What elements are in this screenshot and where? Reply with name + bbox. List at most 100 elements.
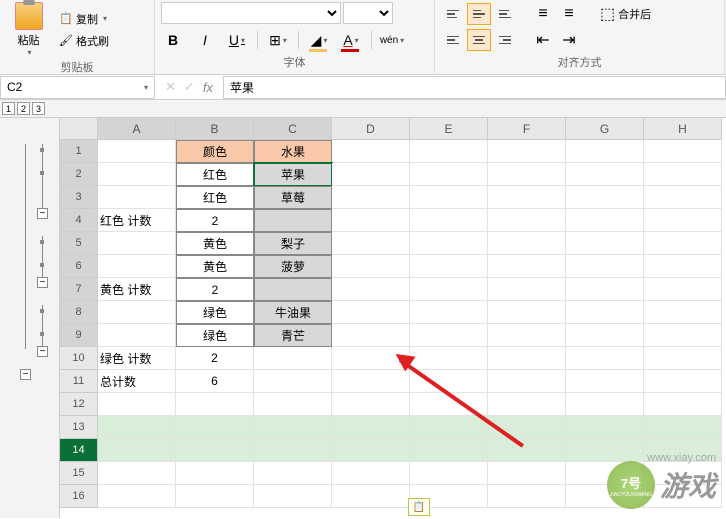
cell[interactable] xyxy=(98,186,176,209)
cell[interactable] xyxy=(566,393,644,416)
column-header[interactable]: A xyxy=(98,118,176,140)
cell[interactable]: 绿色 计数 xyxy=(98,347,176,370)
cell[interactable] xyxy=(488,347,566,370)
enter-icon[interactable]: ✓ xyxy=(184,79,195,95)
cell[interactable] xyxy=(644,370,722,393)
cell[interactable] xyxy=(254,393,332,416)
cell[interactable] xyxy=(98,140,176,163)
cell[interactable] xyxy=(176,485,254,508)
cell[interactable]: 2 xyxy=(176,278,254,301)
select-all-corner[interactable] xyxy=(60,118,98,140)
outline-collapse-button[interactable]: − xyxy=(37,208,48,219)
cell[interactable] xyxy=(566,347,644,370)
cell[interactable]: 草莓 xyxy=(254,186,332,209)
cell[interactable] xyxy=(644,324,722,347)
cell[interactable] xyxy=(644,347,722,370)
cell[interactable] xyxy=(410,209,488,232)
cell[interactable] xyxy=(566,324,644,347)
outline-level-2-button[interactable]: 2 xyxy=(17,102,30,115)
font-color-button[interactable]: A ▾ xyxy=(339,28,363,52)
cell[interactable] xyxy=(644,209,722,232)
outline-level-1-button[interactable]: 1 xyxy=(2,102,15,115)
formula-bar[interactable]: 苹果 xyxy=(223,76,726,99)
row-header[interactable]: 11 xyxy=(60,370,98,393)
column-header[interactable]: E xyxy=(410,118,488,140)
format-painter-button[interactable]: 🖌 格式刷 xyxy=(55,31,113,51)
cell[interactable]: 牛油果 xyxy=(254,301,332,324)
merge-button[interactable]: ⬚ 合并后 xyxy=(595,3,656,25)
align-bottom-button[interactable] xyxy=(493,3,517,25)
row-header[interactable]: 15 xyxy=(60,462,98,485)
cell[interactable]: 红色 xyxy=(176,186,254,209)
cell[interactable]: 绿色 xyxy=(176,324,254,347)
indent-left-button[interactable]: ⇤ xyxy=(531,29,555,51)
cell[interactable]: 黄色 计数 xyxy=(98,278,176,301)
align-center-button[interactable] xyxy=(467,29,491,51)
bold-button[interactable]: B xyxy=(161,28,185,52)
cell[interactable]: 黄色 xyxy=(176,232,254,255)
cell[interactable] xyxy=(566,255,644,278)
cell[interactable] xyxy=(566,163,644,186)
cell[interactable] xyxy=(332,278,410,301)
cell[interactable] xyxy=(254,347,332,370)
cell[interactable] xyxy=(410,301,488,324)
name-box[interactable]: C2 ▾ xyxy=(0,76,155,99)
cell[interactable] xyxy=(644,186,722,209)
cell[interactable] xyxy=(332,163,410,186)
cell[interactable]: 水果 xyxy=(254,140,332,163)
column-header[interactable]: G xyxy=(566,118,644,140)
align-left-button[interactable] xyxy=(441,29,465,51)
outline-collapse-button[interactable]: − xyxy=(37,277,48,288)
cell[interactable] xyxy=(98,324,176,347)
cell[interactable] xyxy=(488,416,566,439)
cell[interactable] xyxy=(488,324,566,347)
cell[interactable] xyxy=(566,370,644,393)
cell[interactable] xyxy=(254,370,332,393)
cell[interactable] xyxy=(332,347,410,370)
cell[interactable] xyxy=(566,186,644,209)
fx-icon[interactable]: fx xyxy=(203,80,213,95)
underline-button[interactable]: U▾ xyxy=(225,28,249,52)
cell[interactable] xyxy=(98,439,176,462)
cell[interactable] xyxy=(566,301,644,324)
cell[interactable] xyxy=(176,393,254,416)
paste-button[interactable]: 粘贴 ▾ xyxy=(6,2,51,57)
cell[interactable] xyxy=(332,416,410,439)
column-header[interactable]: B xyxy=(176,118,254,140)
cell[interactable] xyxy=(98,393,176,416)
cell[interactable] xyxy=(98,232,176,255)
cell[interactable] xyxy=(98,255,176,278)
cell[interactable] xyxy=(488,439,566,462)
cell[interactable] xyxy=(410,163,488,186)
cell[interactable] xyxy=(254,439,332,462)
cell[interactable] xyxy=(644,393,722,416)
cell[interactable] xyxy=(488,485,566,508)
cell[interactable] xyxy=(566,278,644,301)
align-right-button[interactable] xyxy=(493,29,517,51)
cell[interactable] xyxy=(410,140,488,163)
increase-indent-button[interactable]: ≡ xyxy=(557,3,581,25)
cell[interactable] xyxy=(488,301,566,324)
cell[interactable]: 2 xyxy=(176,209,254,232)
cell[interactable] xyxy=(488,140,566,163)
cell[interactable] xyxy=(488,186,566,209)
cell[interactable] xyxy=(410,232,488,255)
cell[interactable] xyxy=(410,462,488,485)
cell[interactable] xyxy=(98,163,176,186)
row-header[interactable]: 1 xyxy=(60,140,98,163)
row-header[interactable]: 10 xyxy=(60,347,98,370)
cell[interactable] xyxy=(410,393,488,416)
cell[interactable]: 2 xyxy=(176,347,254,370)
cell[interactable] xyxy=(644,278,722,301)
column-header[interactable]: D xyxy=(332,118,410,140)
cell[interactable] xyxy=(488,255,566,278)
cell[interactable] xyxy=(566,209,644,232)
cell[interactable] xyxy=(332,301,410,324)
cell[interactable] xyxy=(644,232,722,255)
cell[interactable] xyxy=(566,232,644,255)
cell[interactable] xyxy=(410,324,488,347)
cell[interactable] xyxy=(332,462,410,485)
column-header[interactable]: F xyxy=(488,118,566,140)
font-family-select[interactable] xyxy=(161,2,341,24)
cell[interactable] xyxy=(332,232,410,255)
